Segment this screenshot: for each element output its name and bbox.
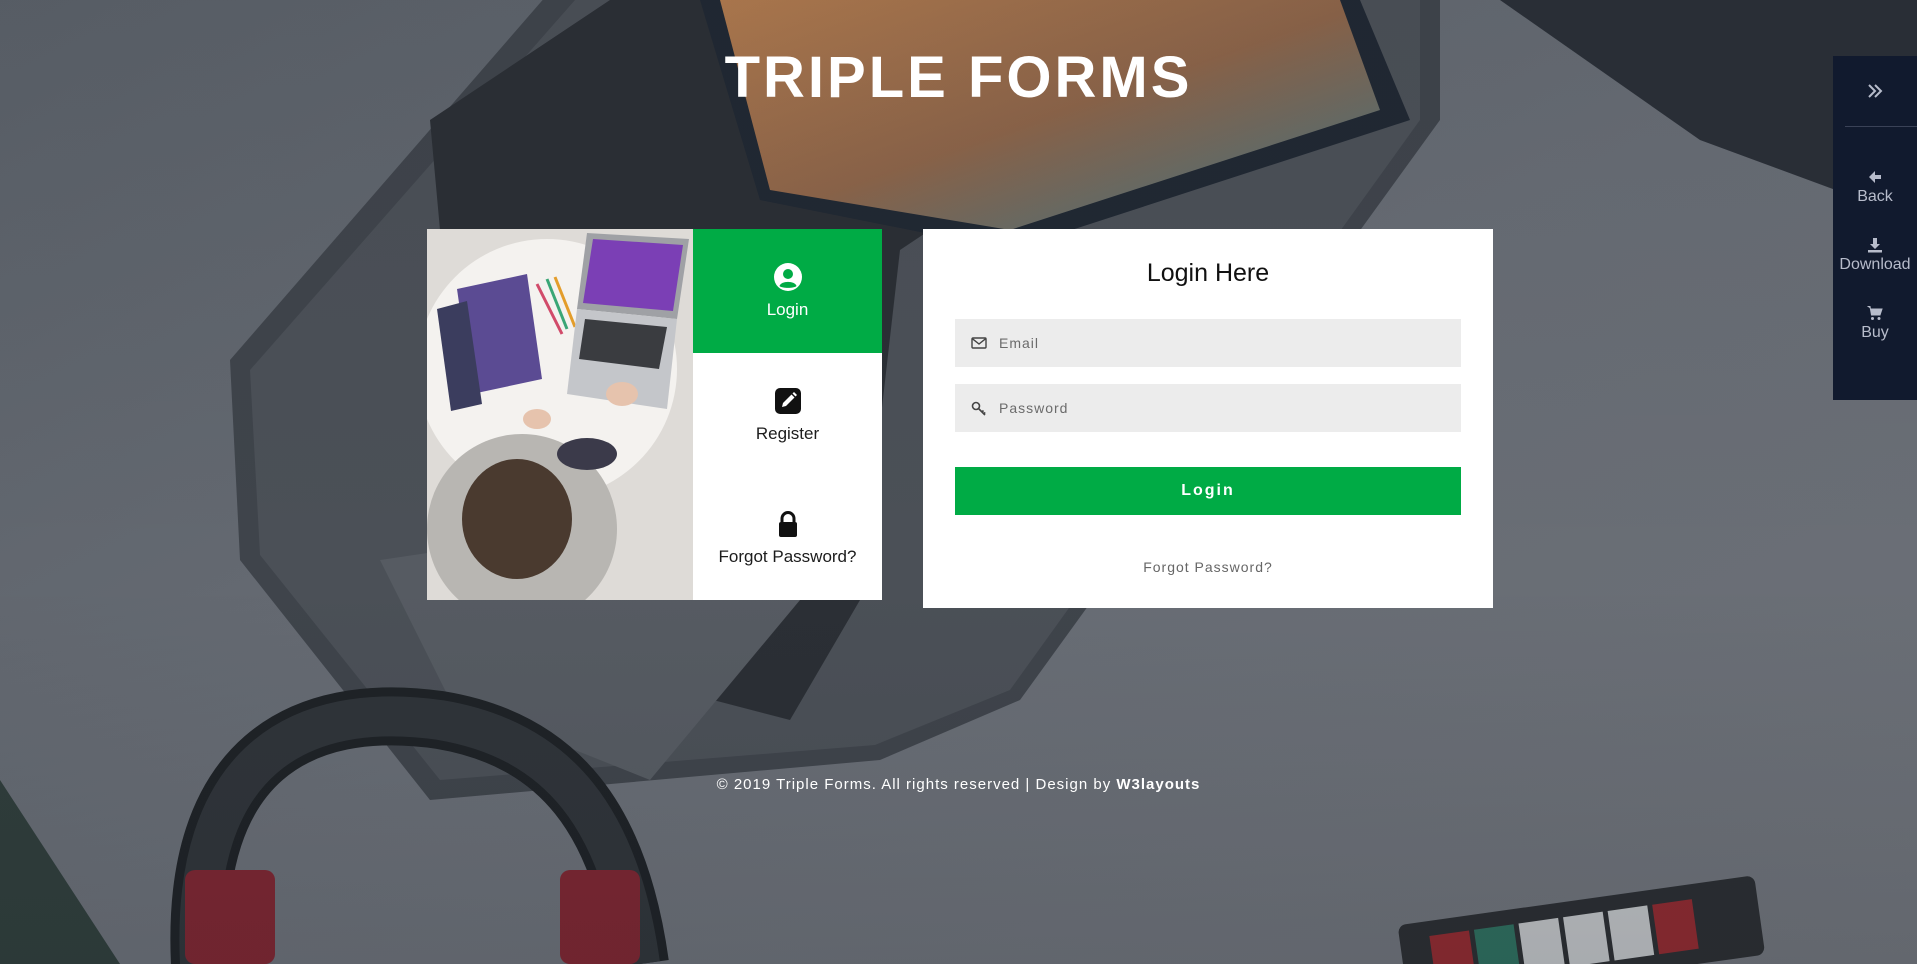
page: TRIPLE FORMS Login Register Forgot Passw… (0, 0, 1917, 964)
demo-sidebar: Back Download Buy (1833, 56, 1917, 400)
tab-login-label: Login (766, 300, 809, 319)
cart-icon (1867, 305, 1883, 320)
footer-copyright: © 2019 Triple Forms. All rights reserved… (716, 776, 1117, 793)
lock-icon (778, 511, 797, 537)
collapse-sidebar-button[interactable] (1833, 56, 1917, 126)
tab-register[interactable]: Register (693, 353, 882, 477)
tab-forgot-label: Forgot Password? (718, 547, 857, 566)
download-icon (1868, 237, 1882, 252)
pencil-square-icon (774, 388, 801, 414)
login-title: Login Here (1146, 259, 1270, 287)
arrow-left-icon (1869, 170, 1881, 183)
envelope-icon (971, 337, 987, 349)
tab-register-label: Register (755, 424, 820, 443)
sidebar-item-label: Buy (1861, 323, 1889, 341)
page-title: TRIPLE FORMS (724, 45, 1193, 110)
footer-w3layouts-link[interactable]: W3layouts (1116, 776, 1200, 793)
footer: © 2019 Triple Forms. All rights reserved… (0, 776, 1917, 793)
form-tabs: Login Register Forgot Password? (693, 229, 882, 600)
tab-login[interactable]: Login (693, 229, 882, 353)
workspace-photo (427, 229, 693, 600)
password-input[interactable] (999, 384, 1449, 432)
sidebar-item-buy[interactable]: Buy (1833, 294, 1917, 352)
user-circle-icon (773, 263, 802, 291)
sidebar-divider (1845, 126, 1917, 127)
sidebar-item-download[interactable]: Download (1833, 226, 1917, 284)
double-chevron-right-icon (1868, 84, 1883, 98)
sidebar-item-label: Back (1857, 187, 1893, 205)
password-field (955, 384, 1461, 432)
sidebar-item-label: Download (1839, 255, 1911, 273)
key-icon (971, 401, 986, 416)
email-input[interactable] (999, 319, 1449, 367)
tab-forgot-password[interactable]: Forgot Password? (693, 476, 882, 600)
login-button[interactable]: Login (955, 467, 1461, 515)
forgot-password-link[interactable]: Forgot Password? (923, 559, 1493, 575)
login-panel: Login Here Login Forgot Password? (923, 229, 1493, 608)
email-field (955, 319, 1461, 367)
sidebar-item-back[interactable]: Back (1833, 158, 1917, 216)
